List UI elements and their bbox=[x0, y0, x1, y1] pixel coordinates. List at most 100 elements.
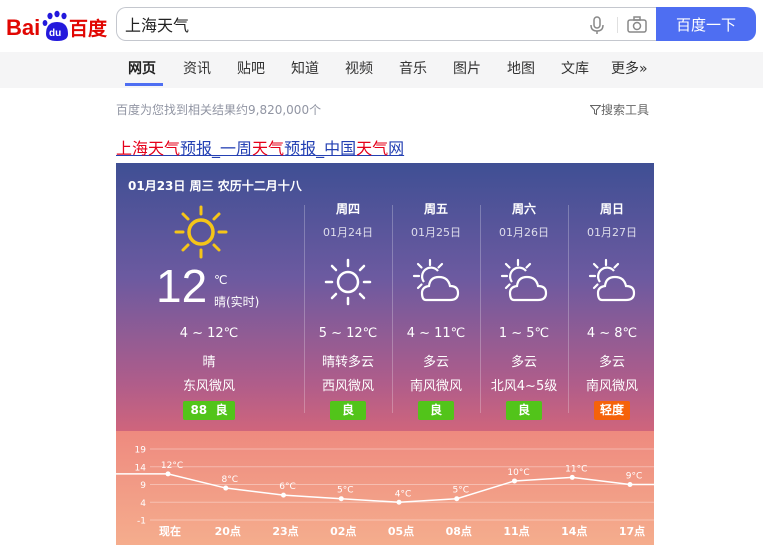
forecast-day-date: 01月25日 bbox=[411, 226, 461, 239]
temperature-value-label: 12°C bbox=[161, 461, 183, 471]
search-tools-button[interactable]: 搜索工具 bbox=[589, 101, 650, 118]
forecast-description: 多云 bbox=[422, 355, 449, 370]
sun-icon bbox=[324, 258, 372, 306]
temperature-value-label: 11°C bbox=[565, 464, 587, 474]
search-divider bbox=[617, 17, 618, 33]
x-category-label: 14点 bbox=[561, 524, 587, 538]
partly-cloudy-icon bbox=[500, 258, 548, 302]
temperature-point bbox=[454, 496, 460, 502]
current-temperature: 12 bbox=[156, 260, 208, 312]
forecast-wind: 北风4~5级 bbox=[490, 379, 558, 394]
microphone-icon[interactable] bbox=[587, 15, 607, 35]
hourly-temperature-chart: 19 14 9 4 -1 12°C 现在 8°C 20点 6°C 23点 5°C 02点 4°C 05点 5°… bbox=[116, 446, 654, 538]
tab-wenku[interactable]: 文库 bbox=[561, 52, 589, 88]
x-category-label: 02点 bbox=[330, 524, 356, 538]
today-aqi-badge[interactable]: 88 良 bbox=[183, 401, 235, 420]
forecast-temp-range: 1 ~ 5℃ bbox=[498, 326, 550, 341]
logo-text-du: du bbox=[49, 28, 61, 39]
result-title-link[interactable]: 上海天气预报_一周天气预报_中国天气网 bbox=[116, 135, 404, 159]
temperature-value-label: 8°C bbox=[221, 475, 238, 485]
forecast-day-date: 01月27日 bbox=[587, 226, 637, 239]
active-tab-indicator bbox=[125, 83, 163, 86]
tab-map[interactable]: 地图 bbox=[507, 52, 535, 88]
y-tick-label: 4 bbox=[140, 499, 146, 509]
search-tools-label: 搜索工具 bbox=[601, 103, 650, 117]
forecast-day[interactable]: 周四 01月24日 5 ~ 12℃ 晴转多云 西风微风 良 bbox=[304, 200, 392, 425]
tab-tieba[interactable]: 贴吧 bbox=[237, 52, 265, 88]
forecast-description: 多云 bbox=[598, 355, 625, 370]
forecast-aqi-badge[interactable]: 轻度 bbox=[594, 401, 630, 420]
baidu-logo[interactable]: Bai du 百度 bbox=[6, 8, 110, 44]
aqi-value: 88 bbox=[190, 403, 208, 417]
tab-video[interactable]: 视频 bbox=[345, 52, 373, 88]
search-input[interactable] bbox=[125, 8, 565, 40]
filter-icon bbox=[589, 105, 602, 116]
title-highlight: 天气 bbox=[148, 139, 181, 158]
today-wind: 东风微风 bbox=[182, 379, 235, 394]
tab-zhidao[interactable]: 知道 bbox=[291, 52, 319, 88]
weather-card[interactable]: 01月23日 周三 农历十二月十八 12 ℃ 晴(实时) 4 ~ 12℃ 晴 东… bbox=[116, 163, 654, 545]
title-highlight: 天气 bbox=[356, 139, 389, 158]
forecast-wind: 南风微风 bbox=[409, 379, 462, 394]
y-tick-label: 19 bbox=[135, 446, 147, 456]
partly-cloudy-icon bbox=[412, 258, 460, 302]
today-description: 晴 bbox=[202, 355, 216, 370]
search-button[interactable]: 百度一下 bbox=[656, 7, 756, 41]
title-text: 预报_一周 bbox=[180, 139, 253, 158]
forecast-day[interactable]: 周六 01月26日 1 ~ 5℃ 多云 北风4~5级 良 bbox=[480, 200, 568, 425]
header: Bai du 百度 百度一下 bbox=[0, 0, 763, 52]
title-text: 预报_中国 bbox=[284, 139, 357, 158]
forecast-aqi-badge[interactable]: 良 bbox=[418, 401, 454, 420]
forecast-day[interactable]: 周五 01月25日 4 ~ 11℃ 多云 南风微风 良 bbox=[392, 200, 480, 425]
nav-bar: 网页 资讯 贴吧 知道 视频 音乐 图片 地图 文库 更多» bbox=[0, 52, 763, 88]
search-box bbox=[116, 7, 656, 41]
y-tick-label: 9 bbox=[140, 481, 146, 491]
forecast-aqi-badge[interactable]: 良 bbox=[506, 401, 542, 420]
hourly-chart[interactable]: 19 14 9 4 -1 12°C 现在 8°C 20点 6°C 23点 5°C 02点 4°C 05点 5°… bbox=[116, 431, 654, 545]
temperature-unit: ℃ bbox=[214, 273, 228, 287]
temperature-point bbox=[281, 492, 286, 498]
forecast-temp-range: 4 ~ 11℃ bbox=[406, 326, 466, 341]
tab-images[interactable]: 图片 bbox=[453, 52, 481, 88]
forecast-day-name: 周四 bbox=[335, 202, 360, 216]
temperature-value-label: 5°C bbox=[337, 486, 354, 496]
camera-icon[interactable] bbox=[626, 15, 648, 35]
partly-cloudy-icon bbox=[588, 258, 636, 302]
temperature-value-label: 4°C bbox=[395, 489, 412, 499]
tab-music[interactable]: 音乐 bbox=[399, 52, 427, 88]
forecast-day-name: 周五 bbox=[423, 202, 448, 216]
x-category-label: 05点 bbox=[388, 524, 414, 538]
aqi-label: 良 bbox=[215, 403, 228, 417]
temperature-point bbox=[223, 485, 229, 491]
weather-date: 01月23日 周三 农历十二月十八 bbox=[128, 179, 302, 193]
forecast-day-date: 01月24日 bbox=[323, 226, 373, 239]
temperature-point bbox=[165, 471, 171, 477]
forecast-description: 晴转多云 bbox=[321, 355, 374, 370]
forecast-wind: 南风微风 bbox=[585, 379, 638, 394]
temperature-value-label: 5°C bbox=[452, 486, 469, 496]
temperature-point bbox=[338, 496, 344, 502]
title-highlight: 天气 bbox=[252, 139, 285, 158]
x-category-label: 现在 bbox=[159, 524, 181, 538]
sun-icon bbox=[174, 205, 228, 259]
logo-text-bai: Bai bbox=[6, 15, 40, 40]
tab-more[interactable]: 更多» bbox=[611, 52, 648, 88]
forecast-aqi-badge[interactable]: 良 bbox=[330, 401, 366, 420]
temperature-point bbox=[627, 482, 633, 487]
forecast-wind: 西风微风 bbox=[321, 379, 374, 394]
title-highlight: 上海 bbox=[116, 139, 149, 158]
forecast-day[interactable]: 周日 01月27日 4 ~ 8℃ 多云 南风微风 轻度 bbox=[568, 200, 654, 425]
y-tick-label: -1 bbox=[137, 517, 146, 527]
forecast-day-name: 周日 bbox=[599, 202, 624, 216]
x-category-label: 23点 bbox=[272, 524, 298, 538]
temperature-point bbox=[396, 499, 402, 505]
tab-news[interactable]: 资讯 bbox=[183, 52, 211, 88]
forecast-temp-range: 4 ~ 8℃ bbox=[586, 326, 638, 341]
temperature-value-label: 10°C bbox=[507, 468, 529, 478]
result-count: 百度为您找到相关结果约9,820,000个 bbox=[116, 103, 322, 117]
logo-text-baidu: 百度 bbox=[69, 17, 108, 40]
temperature-point bbox=[569, 474, 575, 480]
y-tick-label: 14 bbox=[135, 463, 147, 473]
forecast-description: 多云 bbox=[510, 355, 537, 370]
x-category-label: 20点 bbox=[215, 524, 241, 538]
